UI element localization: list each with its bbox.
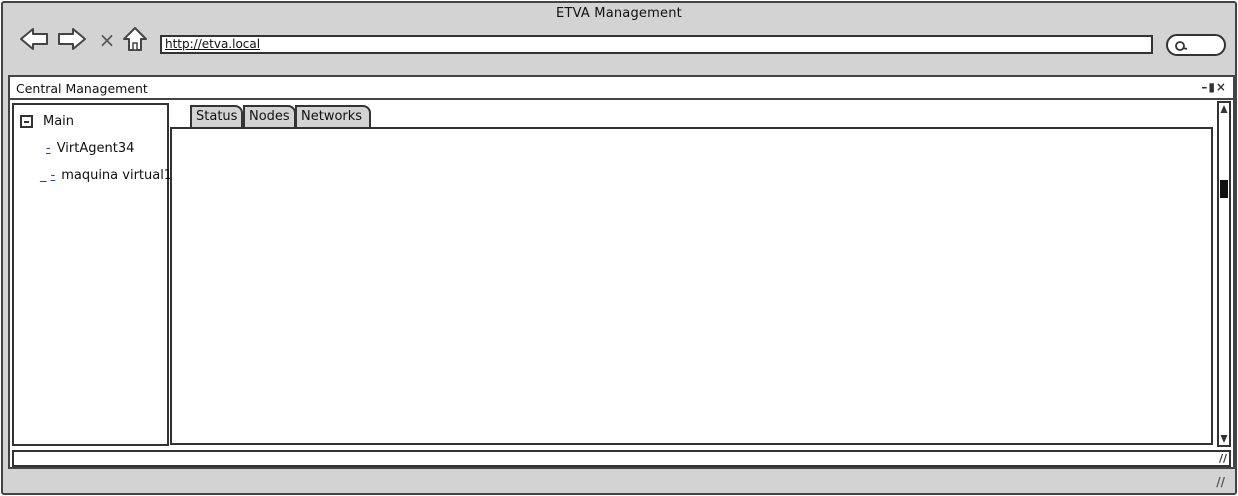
scroll-up-icon[interactable] [1220, 104, 1228, 114]
tab-nodes[interactable]: Nodes [243, 105, 296, 127]
scroll-thumb[interactable] [1220, 180, 1228, 198]
browser-resize-grip-icon[interactable]: // [1216, 475, 1225, 489]
search-icon [1175, 41, 1188, 51]
tree-marker: - [46, 141, 51, 156]
tree-marker: - [50, 168, 56, 183]
app-title: Central Management [16, 81, 148, 96]
tree-panel: Main - VirtAgent34 _ - maquina virtual1 [12, 103, 172, 446]
tree-item-label: maquina virtual1 [61, 168, 173, 183]
forward-button[interactable] [57, 26, 87, 52]
vertical-scrollbar[interactable] [1217, 101, 1231, 447]
tree-item-label: Main [43, 114, 75, 129]
address-bar[interactable]: http://etva.local [160, 35, 1153, 54]
browser-title: ETVA Management [556, 6, 682, 21]
tab-status[interactable]: Status [190, 105, 243, 127]
back-button[interactable] [19, 26, 49, 52]
tree-item-main[interactable]: Main [20, 114, 74, 129]
browser-window: ETVA Management × http://etva.local Cent… [1, 1, 1237, 495]
tree-item-virtagent34[interactable]: - VirtAgent34 [46, 141, 134, 156]
scroll-down-icon[interactable] [1220, 434, 1228, 444]
collapse-icon[interactable] [20, 115, 33, 128]
title-divider [10, 98, 1233, 100]
resize-grip-icon[interactable]: // [1219, 452, 1227, 465]
home-button[interactable] [121, 26, 149, 52]
tree-connector: _ [40, 168, 47, 183]
tab-content-panel [170, 127, 1213, 445]
status-bar: // [12, 450, 1231, 467]
address-url: http://etva.local [165, 37, 261, 51]
home-icon [123, 27, 147, 51]
arrow-right-icon [58, 28, 86, 50]
stop-button[interactable]: × [97, 27, 117, 53]
arrow-left-icon [20, 28, 48, 50]
tree-item-maquina-virtual1[interactable]: _ - maquina virtual1 [40, 168, 172, 183]
close-icon: × [98, 28, 116, 52]
tab-networks[interactable]: Networks [295, 105, 371, 127]
app-window: Central Management –▮× Main - VirtAgent34… [8, 75, 1235, 469]
tree-item-label: VirtAgent34 [56, 141, 135, 156]
search-button[interactable] [1166, 34, 1226, 56]
window-controls[interactable]: –▮× [1201, 80, 1227, 94]
